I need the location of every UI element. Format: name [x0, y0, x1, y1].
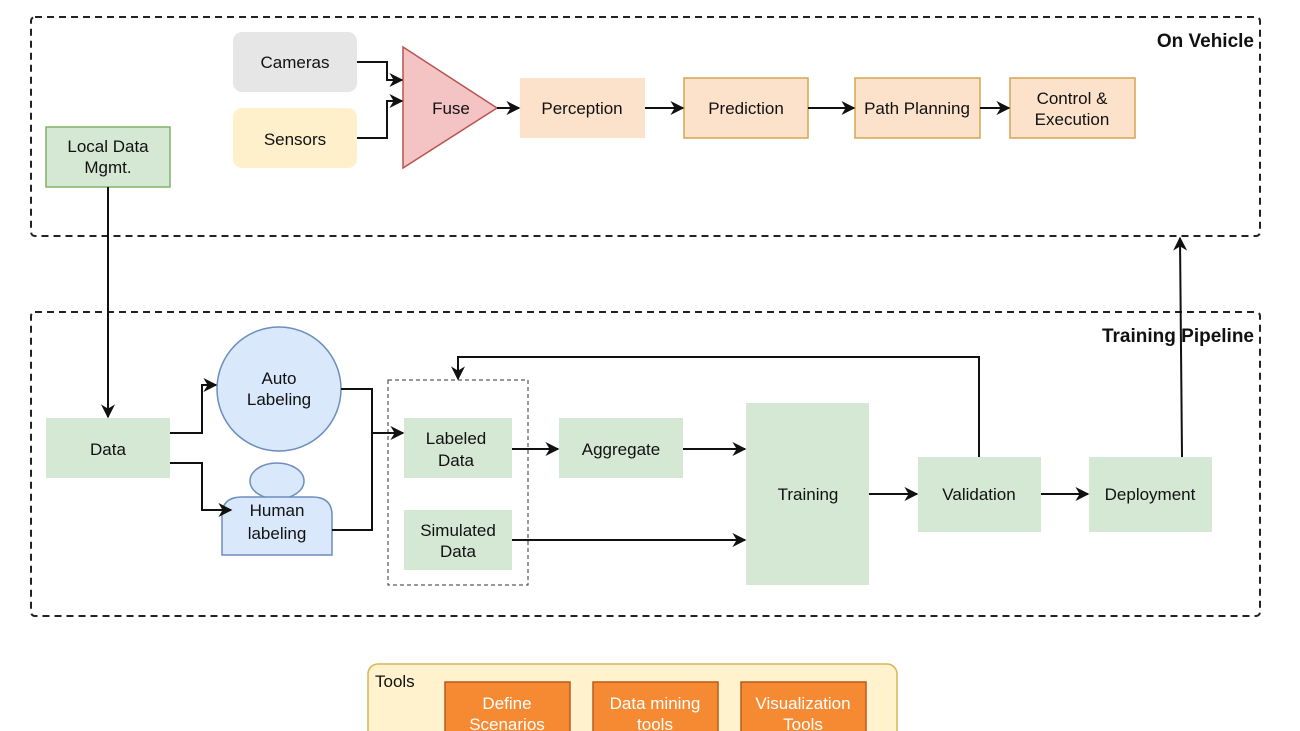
sensors-node[interactable]: Sensors [233, 108, 357, 168]
deployment-node[interactable]: Deployment [1089, 457, 1212, 532]
tool-label-2: tools [637, 715, 673, 731]
fuse-label: Fuse [432, 99, 470, 118]
pipeline-diagram: On Vehicle Cameras Sensors Fuse Percepti… [30, 16, 1261, 731]
simulated-label-2: Data [440, 542, 476, 561]
human-label-1: Human [250, 501, 305, 520]
auto-label-1: Auto [262, 369, 297, 388]
auto-labeling-node[interactable]: Auto Labeling [216, 326, 342, 452]
local-data-label-2: Mgmt. [84, 158, 131, 177]
control-label-2: Execution [1035, 110, 1110, 129]
tool-visualization[interactable]: Visualization Tools [740, 681, 867, 731]
cameras-label: Cameras [261, 53, 330, 72]
tool-data-mining[interactable]: Data mining tools [592, 681, 719, 731]
tool-label-1: Define [482, 694, 531, 713]
data-label: Data [90, 440, 126, 459]
simulated-label-1: Simulated [420, 521, 496, 540]
fuse-node[interactable]: Fuse [402, 45, 499, 170]
training-node[interactable]: Training [746, 403, 869, 585]
human-labeling-node[interactable]: Human labeling [221, 462, 333, 556]
perception-label: Perception [541, 99, 622, 118]
aggregate-label: Aggregate [582, 440, 660, 459]
auto-label-2: Labeling [247, 390, 311, 409]
validation-label: Validation [942, 485, 1015, 504]
prediction-node[interactable]: Prediction [683, 77, 809, 139]
path-planning-label: Path Planning [864, 99, 970, 118]
prediction-label: Prediction [708, 99, 784, 118]
perception-node[interactable]: Perception [520, 78, 645, 138]
sensors-label: Sensors [264, 130, 326, 149]
cameras-node[interactable]: Cameras [233, 32, 357, 92]
tools-title: Tools [375, 672, 415, 691]
on-vehicle-title: On Vehicle [1157, 31, 1254, 52]
path-planning-node[interactable]: Path Planning [854, 77, 981, 139]
control-execution-node[interactable]: Control & Execution [1009, 77, 1136, 139]
training-label: Training [778, 485, 839, 504]
tool-label-2: Scenarios [469, 715, 545, 731]
local-data-mgmt-node[interactable]: Local Data Mgmt. [45, 126, 171, 188]
local-data-label-1: Local Data [67, 137, 149, 156]
control-label-1: Control & [1037, 89, 1109, 108]
tool-label-1: Visualization [755, 694, 850, 713]
simulated-data-node[interactable]: Simulated Data [404, 510, 512, 570]
tool-label-2: Tools [783, 715, 823, 731]
human-label-2: labeling [248, 524, 307, 543]
person-icon-head [249, 462, 305, 500]
labeled-data-node[interactable]: Labeled Data [404, 418, 512, 478]
labeled-label-1: Labeled [426, 429, 487, 448]
tool-label-1: Data mining [610, 694, 701, 713]
tool-define-scenarios[interactable]: Define Scenarios [444, 681, 571, 731]
validation-node[interactable]: Validation [918, 457, 1041, 532]
aggregate-node[interactable]: Aggregate [559, 418, 683, 478]
deployment-label: Deployment [1105, 485, 1196, 504]
data-node[interactable]: Data [46, 418, 170, 478]
labeled-label-2: Data [438, 451, 474, 470]
training-pipeline-title: Training Pipeline [1102, 326, 1254, 347]
